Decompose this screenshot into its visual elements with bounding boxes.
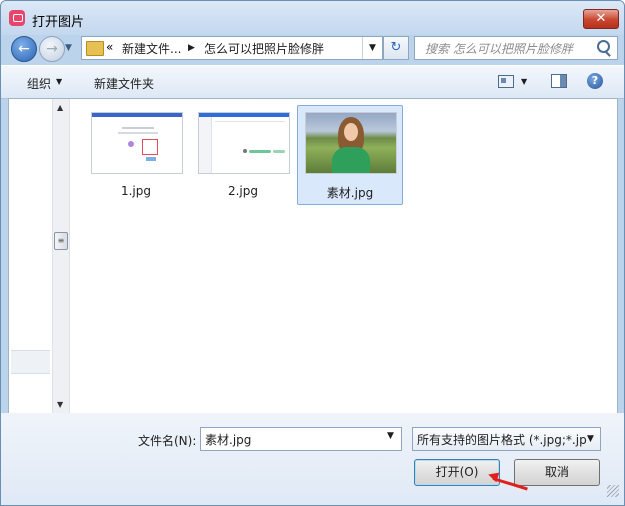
file-item-2-jpg[interactable]: 2.jpg <box>190 105 296 205</box>
view-options-dropdown-icon[interactable]: ▼ <box>521 77 527 86</box>
nav-pane-scrollbar[interactable]: ▲ ≡ ▼ <box>52 99 70 413</box>
thumb-highlight-box <box>142 139 158 155</box>
breadcrumb-segment-current[interactable]: 怎么可以把照片脸修胖 <box>204 40 324 57</box>
refresh-button[interactable]: ↻ <box>383 36 409 60</box>
thumb-header-bar <box>199 113 289 117</box>
scroll-thumb[interactable]: ≡ <box>54 232 68 250</box>
dialog-title: 打开图片 <box>32 15 85 30</box>
file-browser: ▲ ≡ ▼ 1.jpg 2.jpg 素材.jpg <box>8 98 618 414</box>
breadcrumb-separator-icon[interactable]: ▶ <box>188 40 195 56</box>
resize-grip[interactable] <box>607 485 619 497</box>
navigation-bar: ← → ▼ « 新建文件... ▶ 怎么可以把照片脸修胖 ▼ ↻ 搜索 怎么可以… <box>1 35 624 65</box>
open-button[interactable]: 打开(O) <box>414 459 500 486</box>
organize-dropdown-icon[interactable]: ▼ <box>56 77 62 86</box>
folder-icon <box>86 41 104 56</box>
filename-field[interactable]: 素材.jpg ▼ <box>200 427 402 451</box>
file-type-dropdown-icon[interactable]: ▼ <box>587 428 599 450</box>
preview-pane-icon[interactable] <box>551 74 567 88</box>
thumb-divider <box>215 121 285 122</box>
organize-button[interactable]: 组织 <box>27 75 51 92</box>
thumb-pill <box>249 150 271 153</box>
thumb-header-bar <box>92 113 182 117</box>
thumb-sidebar <box>199 117 212 173</box>
recent-locations-chevron-icon[interactable]: ▼ <box>65 43 75 53</box>
file-thumbnail <box>305 112 397 174</box>
file-name: 2.jpg <box>227 184 259 198</box>
cancel-button[interactable]: 取消 <box>514 459 600 486</box>
thumb-pill <box>273 150 285 153</box>
thumb-text-line <box>118 132 158 134</box>
address-bar[interactable]: « 新建文件... ▶ 怎么可以把照片脸修胖 ▼ <box>81 36 383 60</box>
file-name: 1.jpg <box>120 184 152 198</box>
change-view-icon[interactable] <box>498 75 514 88</box>
title-bar: 打开图片 ✕ <box>1 1 624 35</box>
thumb-photo-face <box>344 123 358 141</box>
address-overflow-chevron[interactable]: « <box>106 40 113 54</box>
command-toolbar: 组织 ▼ 新建文件夹 ▼ ? <box>1 65 624 99</box>
filename-history-dropdown-icon[interactable]: ▼ <box>387 431 394 441</box>
thumb-figure <box>146 157 156 161</box>
back-button[interactable]: ← <box>11 36 37 62</box>
file-item-1-jpg[interactable]: 1.jpg <box>83 105 189 205</box>
search-input[interactable]: 搜索 怎么可以把照片脸修胖 <box>414 36 618 60</box>
filename-value[interactable]: 素材.jpg <box>205 431 251 448</box>
file-item-sucai-jpg[interactable]: 素材.jpg <box>297 105 403 205</box>
address-dropdown-button[interactable]: ▼ <box>362 37 382 59</box>
open-image-dialog: 打开图片 ✕ ← → ▼ « 新建文件... ▶ 怎么可以把照片脸修胖 ▼ ↻ … <box>0 0 625 506</box>
file-type-select[interactable]: 所有支持的图片格式 (*.jpg;*.jp ▼ <box>412 427 601 451</box>
thumb-figure <box>128 141 134 147</box>
scroll-up-icon[interactable]: ▲ <box>57 103 63 112</box>
search-placeholder: 搜索 怎么可以把照片脸修胖 <box>425 42 573 56</box>
close-button[interactable]: ✕ <box>583 9 619 29</box>
file-type-value: 所有支持的图片格式 (*.jpg;*.jp <box>417 433 587 447</box>
scroll-down-icon[interactable]: ▼ <box>57 400 63 409</box>
app-icon <box>9 10 25 26</box>
nav-pane-item[interactable] <box>11 350 50 374</box>
filename-label: 文件名(N): <box>138 434 197 448</box>
file-thumbnail <box>198 112 290 174</box>
thumb-text-line <box>122 127 154 129</box>
thumb-photo-coat <box>332 147 370 173</box>
new-folder-button[interactable]: 新建文件夹 <box>94 75 154 92</box>
breadcrumb-segment-parent[interactable]: 新建文件... <box>122 40 181 57</box>
file-thumbnail <box>91 112 183 174</box>
dialog-footer: 文件名(N): 素材.jpg ▼ 所有支持的图片格式 (*.jpg;*.jp ▼… <box>1 413 624 505</box>
thumb-figure <box>243 149 247 153</box>
navigation-pane[interactable] <box>9 99 52 413</box>
file-name: 素材.jpg <box>326 186 374 200</box>
help-icon[interactable]: ? <box>587 73 603 89</box>
forward-button[interactable]: → <box>39 36 65 62</box>
search-icon[interactable] <box>597 40 610 53</box>
